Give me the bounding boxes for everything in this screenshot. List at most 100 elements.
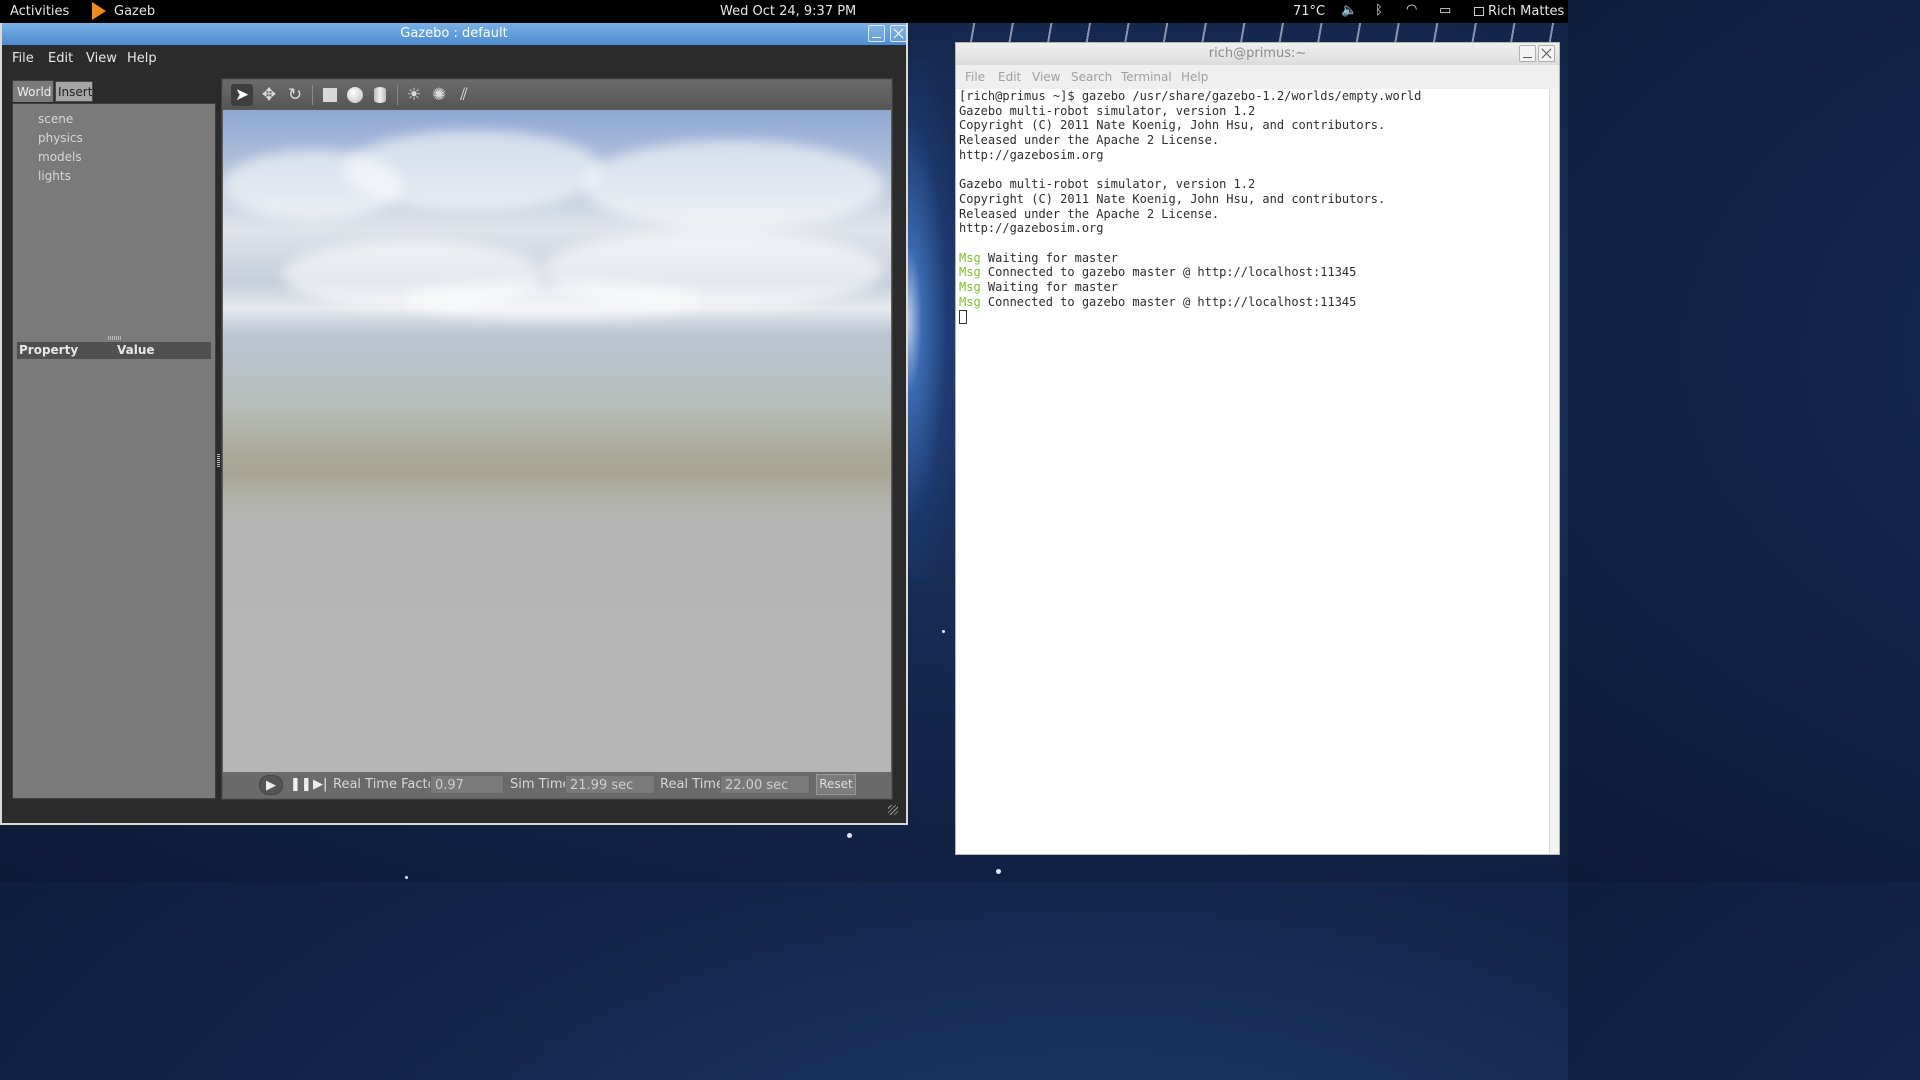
terminal-menu-help[interactable]: Help <box>1181 70 1208 84</box>
arrow-select-icon[interactable]: ➤ <box>231 84 253 106</box>
tree-item-lights[interactable]: lights <box>38 169 71 183</box>
terminal-line: Gazebo multi-robot simulator, version 1.… <box>959 177 1256 192</box>
rotate-icon[interactable]: ↻ <box>284 84 306 106</box>
terminal-line: Gazebo multi-robot simulator, version 1.… <box>959 103 1256 118</box>
terminal-line: ​ <box>959 163 1549 178</box>
msg-tag: Msg <box>959 265 981 280</box>
terminal-line: Copyright (C) 2011 Nate Koenig, John Hsu… <box>959 118 1386 133</box>
msg-text: Connected to gazebo master @ http://loca… <box>980 265 1357 280</box>
terminal-titlebar[interactable]: rich@primus:~ <box>956 43 1559 65</box>
msg-tag: Msg <box>959 250 981 265</box>
toolbar-separator <box>397 85 398 105</box>
gazebo-titlebar[interactable]: Gazebo : default <box>2 23 907 45</box>
menu-edit[interactable]: Edit <box>48 51 73 66</box>
spot-light-icon[interactable]: ✺ <box>428 84 450 106</box>
sky-cloud <box>403 280 703 320</box>
wallpaper-star <box>405 876 408 879</box>
terminal-menu-view[interactable]: View <box>1032 70 1060 84</box>
wallpaper-firework-top <box>955 23 1555 43</box>
real-time-factor-value: 0.97 <box>430 775 504 794</box>
step-button[interactable]: ▶| <box>313 775 327 795</box>
tab-world[interactable]: World <box>12 80 54 102</box>
close-button[interactable] <box>1538 45 1555 62</box>
point-light-icon[interactable]: ☀ <box>403 84 425 106</box>
terminal-line: ​ <box>959 236 1549 251</box>
clock[interactable]: Wed Oct 24, 9:37 PM <box>720 4 856 19</box>
terminal-output[interactable]: [rich@primus ~]$ gazebo /usr/share/gazeb… <box>956 89 1549 854</box>
terminal-menu-edit[interactable]: Edit <box>998 70 1021 84</box>
gazebo-logo-icon <box>90 2 110 20</box>
msg-text: Waiting for master <box>980 280 1118 295</box>
sky-cloud <box>583 140 883 230</box>
terminal-line: http://gazebosim.org <box>959 147 1104 162</box>
terminal-msg-line: Msg Connected to gazebo master @ http://… <box>959 295 1549 310</box>
msg-text: Connected to gazebo master @ http://loca… <box>980 294 1357 309</box>
wifi-icon[interactable]: ◠ <box>1406 2 1417 17</box>
reset-button[interactable]: Reset <box>816 774 856 795</box>
temperature-indicator[interactable]: 71°C <box>1293 4 1325 19</box>
menubar: File Edit View Help <box>2 45 906 71</box>
minimize-button[interactable] <box>1519 45 1536 62</box>
app-menu[interactable]: Gazeb <box>90 2 155 20</box>
vertical-splitter-handle[interactable] <box>217 453 220 467</box>
panel-splitter-handle[interactable] <box>108 336 122 340</box>
user-name: Rich Mattes <box>1488 4 1565 19</box>
terminal-window: rich@primus:~ File Edit View Search Term… <box>955 42 1560 855</box>
terminal-line: Released under the Apache 2 License. <box>959 133 1220 148</box>
battery-icon[interactable]: ▭ <box>1439 3 1451 18</box>
top-panel: Activities Gazeb Wed Oct 24, 9:37 PM 71°… <box>0 0 1568 23</box>
tree-item-physics[interactable]: physics <box>38 131 83 145</box>
msg-text: Waiting for master <box>980 250 1118 265</box>
tab-insert[interactable]: Insert <box>55 81 93 102</box>
terminal-line: Copyright (C) 2011 Nate Koenig, John Hsu… <box>959 191 1386 206</box>
column-value[interactable]: Value <box>117 343 155 357</box>
simulation-statusbar: ▶ ❚❚ ▶| Real Time Factor: 0.97 Sim Time:… <box>223 772 891 798</box>
minimize-button[interactable] <box>868 25 885 42</box>
terminal-line: Released under the Apache 2 License. <box>959 206 1220 221</box>
tree-item-scene[interactable]: scene <box>38 112 73 126</box>
terminal-line: http://gazebosim.org <box>959 221 1104 236</box>
sky-cloud <box>343 130 603 210</box>
menu-help[interactable]: Help <box>127 51 157 66</box>
terminal-title: rich@primus:~ <box>1208 46 1307 61</box>
terminal-menubar: File Edit View Search Terminal Help <box>956 65 1559 89</box>
wallpaper-star <box>942 630 945 633</box>
user-menu[interactable]: Rich Mattes <box>1474 4 1564 19</box>
terminal-menu-file[interactable]: File <box>965 70 985 84</box>
msg-tag: Msg <box>959 280 981 295</box>
sphere-icon[interactable] <box>344 84 366 106</box>
3d-viewport[interactable] <box>223 110 891 772</box>
play-button[interactable]: ▶ <box>259 775 283 795</box>
toolbar: ➤ ✥ ↻ ☀ ✺ ⫽ <box>223 80 891 109</box>
terminal-menu-terminal[interactable]: Terminal <box>1121 70 1172 84</box>
tree-item-models[interactable]: models <box>38 150 82 164</box>
wallpaper-firework-left <box>908 60 958 580</box>
menu-view[interactable]: View <box>86 51 117 66</box>
real-time-value: 22.00 sec <box>720 775 810 794</box>
cylinder-icon[interactable] <box>369 84 391 106</box>
bluetooth-icon[interactable]: ᛒ <box>1375 3 1383 18</box>
directional-light-icon[interactable]: ⫽ <box>453 84 475 106</box>
terminal-cursor-line <box>959 309 1549 325</box>
gazebo-window: Gazebo : default File Edit View Help Wor… <box>0 23 908 825</box>
terminal-menu-search[interactable]: Search <box>1071 70 1112 84</box>
app-menu-label: Gazeb <box>114 3 156 19</box>
msg-tag: Msg <box>959 294 981 309</box>
terminal-cursor <box>959 309 967 324</box>
window-title: Gazebo : default <box>400 26 508 41</box>
wallpaper-star <box>996 869 1001 874</box>
terminal-msg-line: Msg Waiting for master <box>959 251 1549 266</box>
window-resize-grip[interactable] <box>888 805 898 815</box>
real-time-factor-label: Real Time Factor: <box>333 777 446 792</box>
pause-button[interactable]: ❚❚ <box>290 775 312 795</box>
activities-button[interactable]: Activities <box>10 4 69 19</box>
menu-file[interactable]: File <box>12 51 34 66</box>
toolbar-separator <box>312 85 313 105</box>
wallpaper-star <box>847 833 852 838</box>
volume-icon[interactable]: 🔈 <box>1341 3 1357 18</box>
close-button[interactable] <box>890 25 907 42</box>
box-icon[interactable] <box>319 84 341 106</box>
column-property[interactable]: Property <box>19 343 78 357</box>
move-icon[interactable]: ✥ <box>258 84 280 106</box>
terminal-scrollbar[interactable] <box>1549 89 1559 854</box>
